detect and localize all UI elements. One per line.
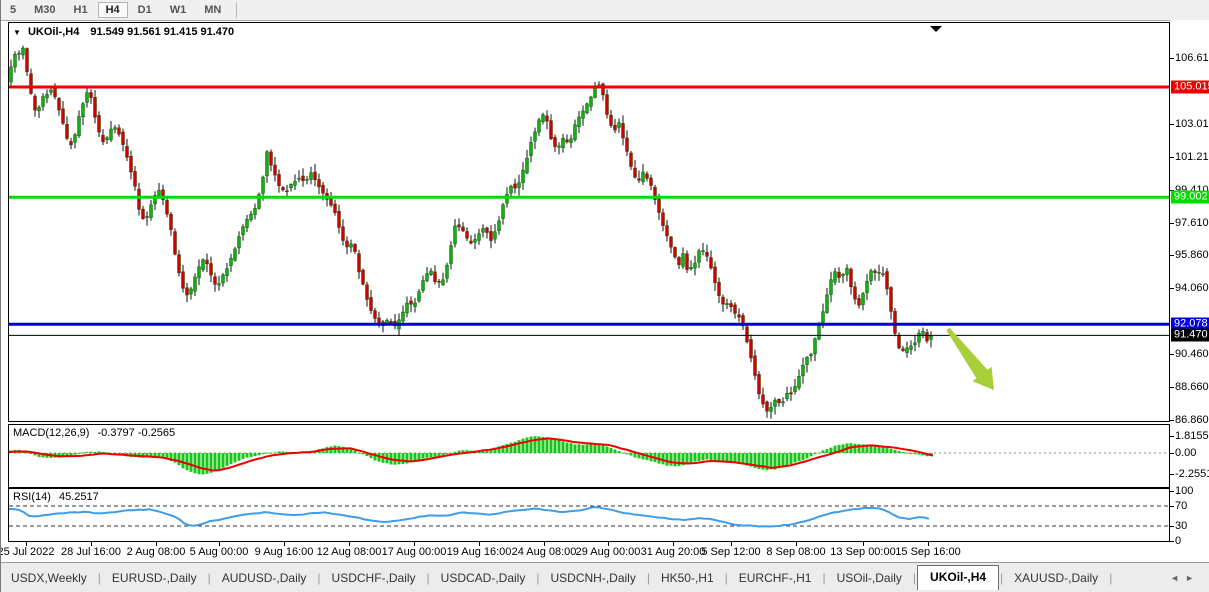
price-tick-label: 101.210	[1175, 151, 1209, 163]
chart-tab-eurusd-daily[interactable]: EURUSD-,Daily	[102, 567, 207, 589]
main-chart-canvas[interactable]	[1, 20, 1170, 424]
macd-values: -0.3797 -0.2565	[97, 427, 175, 439]
timeframe-button-mn[interactable]: MN	[196, 2, 229, 18]
macd-name: MACD(12,26,9)	[13, 427, 89, 439]
rsi-tick-label: 30	[1175, 520, 1187, 532]
axis-tick-mark	[1170, 491, 1174, 492]
price-tick-label: 97.610	[1175, 217, 1209, 229]
chart-title: ▼ UKOil-,H4 91.549 91.561 91.415 91.470	[13, 26, 234, 38]
axis-tick-mark	[1170, 420, 1174, 421]
chart-tab-ukoil-h4[interactable]: UKOil-,H4	[917, 565, 999, 590]
ohlc-values: 91.549 91.561 91.415 91.470	[90, 26, 234, 38]
time-tick-label: 9 Aug 16:00	[255, 546, 314, 558]
price-tick-label: 88.660	[1175, 381, 1209, 393]
axis-tick-mark	[1170, 526, 1174, 527]
axis-tick-mark	[1170, 541, 1174, 542]
time-tick-label: 17 Aug 00:00	[382, 546, 447, 558]
time-tick-label: 25 Jul 2022	[0, 546, 54, 558]
axis-tick-mark	[1170, 474, 1174, 475]
price-tick-label: 86.860	[1175, 414, 1209, 426]
macd-tick-label: 0.00	[1175, 447, 1196, 459]
rsi-values: 45.2517	[59, 491, 99, 503]
axis-tick-mark	[1170, 255, 1174, 256]
axis-tick-mark	[1170, 506, 1174, 507]
macd-canvas[interactable]	[1, 424, 1170, 488]
time-tick-label: 2 Aug 08:00	[127, 546, 186, 558]
chart-tab-hk50-h1[interactable]: HK50-,H1	[651, 567, 724, 589]
axis-tick-mark	[1170, 387, 1174, 388]
time-tick-label: 5 Aug 00:00	[190, 546, 249, 558]
rsi-tick-label: 0	[1175, 535, 1181, 547]
tab-scroll-arrows: ◄►	[1170, 573, 1209, 583]
mt4-window: 5M30H1H4D1W1MN ▼ UKOil-,H4 91.549 91.561…	[0, 0, 1209, 592]
timeframe-button-d1[interactable]: D1	[130, 2, 160, 18]
time-tick-label: 19 Aug 16:00	[447, 546, 512, 558]
price-tick-label: 95.860	[1175, 249, 1209, 261]
chevron-down-icon[interactable]: ▼	[13, 28, 21, 37]
rsi-label: RSI(14) 45.2517	[13, 491, 99, 503]
time-tick-label: 24 Aug 08:00	[512, 546, 577, 558]
time-tick-label: 28 Jul 16:00	[61, 546, 121, 558]
price-tick-label: 94.060	[1175, 282, 1209, 294]
toolbar-separator	[236, 2, 237, 18]
price-tick-label: 103.010	[1175, 118, 1209, 130]
time-tick-label: 31 Aug 20:00	[641, 546, 706, 558]
timeframe-button-h4[interactable]: H4	[98, 2, 128, 18]
time-tick-label: 29 Aug 00:00	[576, 546, 641, 558]
macd-tick-label: 1.8155	[1175, 430, 1209, 442]
chart-tab-eurchf-h1[interactable]: EURCHF-,H1	[729, 567, 822, 589]
chart-tabs-bar: USDX,Weekly|EURUSD-,Daily|AUDUSD-,Daily|…	[1, 562, 1209, 592]
axis-tick-mark	[1170, 436, 1174, 437]
chart-tab-audusd-daily[interactable]: AUDUSD-,Daily	[212, 567, 317, 589]
timeframe-toolbar: 5M30H1H4D1W1MN	[1, 0, 1209, 21]
axis-tick-mark	[1170, 354, 1174, 355]
price-tick-label: 106.610	[1175, 52, 1209, 64]
price-tick-label: 90.460	[1175, 348, 1209, 360]
timeframe-button-h1[interactable]: H1	[66, 2, 96, 18]
time-tick-label: 5 Sep 12:00	[701, 546, 760, 558]
time-axis[interactable]: 25 Jul 2022 28 Jul 16:00 2 Aug 08:00 5 Aug …	[1, 542, 1170, 562]
time-tick-label: 15 Sep 16:00	[895, 546, 960, 558]
timeframe-button-5[interactable]: 5	[2, 2, 24, 18]
tab-scroll-left-icon[interactable]: ◄	[1170, 573, 1185, 583]
axis-tick-mark	[1170, 58, 1174, 59]
time-tick-label: 12 Aug 08:00	[317, 546, 382, 558]
chart-tab-usoil-daily[interactable]: USOil-,Daily	[827, 567, 912, 589]
axis-tick-mark	[1170, 223, 1174, 224]
symbol-label: UKOil-,H4	[28, 26, 79, 38]
rsi-canvas[interactable]	[1, 488, 1170, 542]
axis-tick-mark	[1170, 453, 1174, 454]
chart-tab-usdcad-daily[interactable]: USDCAD-,Daily	[431, 567, 536, 589]
axis-tick-mark	[1170, 124, 1174, 125]
chart-tab-usdchf-daily[interactable]: USDCHF-,Daily	[322, 567, 426, 589]
rsi-tick-label: 70	[1175, 500, 1187, 512]
tab-separator: |	[1108, 571, 1113, 585]
macd-label: MACD(12,26,9) -0.3797 -0.2565	[13, 427, 175, 439]
rsi-name: RSI(14)	[13, 491, 51, 503]
time-tick-label: 13 Sep 00:00	[830, 546, 895, 558]
price-axis[interactable]: 106.610103.010101.21099.41097.61095.8609…	[1170, 20, 1209, 562]
chart-tab-usdcnh-daily[interactable]: USDCNH-,Daily	[540, 567, 645, 589]
macd-tick-label: -2.2551	[1175, 468, 1209, 480]
chart-tab-usdx-weekly[interactable]: USDX,Weekly	[1, 567, 97, 589]
axis-tick-mark	[1170, 288, 1174, 289]
tab-scroll-right-icon[interactable]: ►	[1185, 573, 1200, 583]
time-tick-label: 8 Sep 08:00	[766, 546, 825, 558]
price-level-badge: 99.002	[1171, 191, 1209, 204]
timeframe-button-m30[interactable]: M30	[26, 2, 63, 18]
price-level-badge: 105.015	[1171, 81, 1209, 94]
rsi-tick-label: 100	[1175, 485, 1193, 497]
axis-tick-mark	[1170, 157, 1174, 158]
price-level-badge: 91.470	[1171, 329, 1209, 342]
chart-tab-xauusd-daily[interactable]: XAUUSD-,Daily	[1004, 567, 1108, 589]
timeframe-button-w1[interactable]: W1	[162, 2, 195, 18]
